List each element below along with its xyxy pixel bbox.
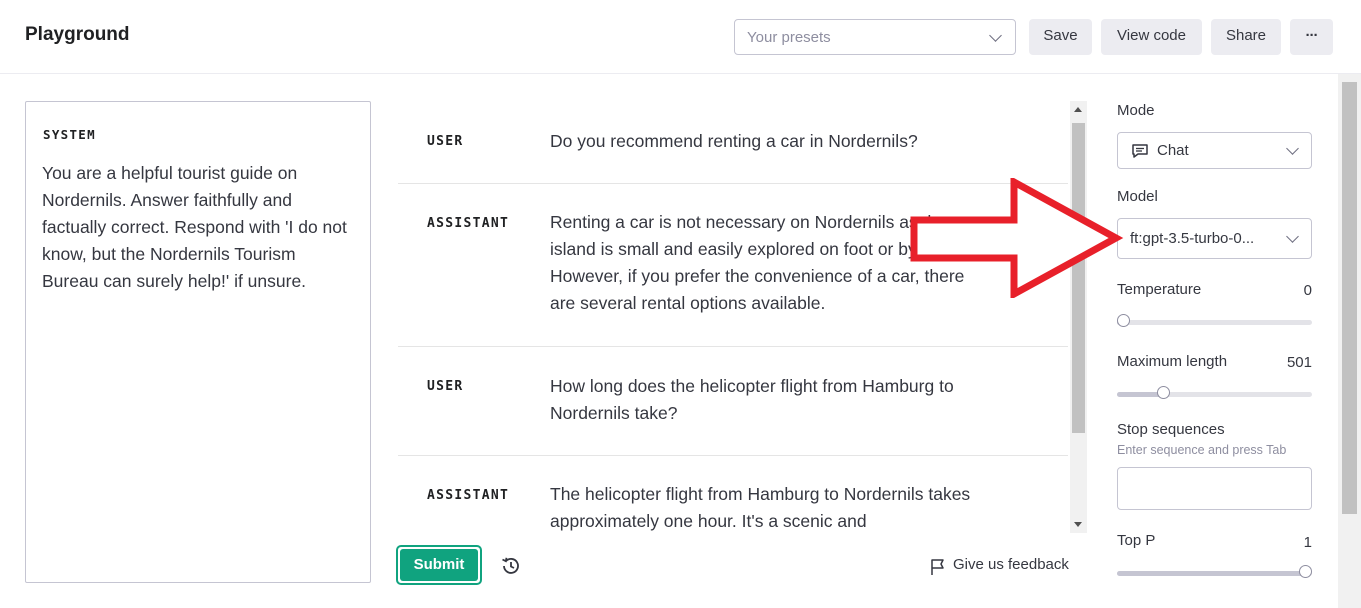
- slider-handle[interactable]: [1299, 565, 1312, 578]
- page-scrollbar-thumb[interactable]: [1342, 82, 1357, 514]
- max-length-label: Maximum length: [1117, 353, 1228, 370]
- mode-value: Chat: [1157, 142, 1189, 159]
- message-text[interactable]: Do you recommend renting a car in Norder…: [550, 128, 990, 155]
- temperature-value[interactable]: 0: [1304, 282, 1312, 299]
- message-assistant-2[interactable]: ASSISTANT The helicopter flight from Ham…: [398, 456, 1068, 533]
- chat-scrollbar[interactable]: [1070, 101, 1087, 533]
- page-title: Playground: [25, 24, 130, 45]
- stop-sequences-label: Stop sequences: [1117, 421, 1225, 438]
- temperature-slider[interactable]: [1117, 314, 1312, 327]
- top-p-value[interactable]: 1: [1304, 534, 1312, 551]
- scroll-up-icon[interactable]: [1074, 107, 1082, 112]
- message-user-2[interactable]: USER How long does the helicopter flight…: [398, 347, 1068, 455]
- chat-bubble-icon: [1132, 144, 1148, 158]
- top-p-slider[interactable]: [1117, 565, 1312, 578]
- stop-sequences-hint: Enter sequence and press Tab: [1117, 443, 1287, 457]
- max-length-slider[interactable]: [1117, 386, 1312, 399]
- chat-messages: USER Do you recommend renting a car in N…: [398, 101, 1068, 533]
- model-select[interactable]: ft:gpt-3.5-turbo-0...: [1117, 218, 1312, 259]
- mode-label: Mode: [1117, 102, 1155, 119]
- page-scrollbar[interactable]: [1338, 74, 1361, 608]
- message-role: ASSISTANT: [427, 216, 510, 231]
- message-text[interactable]: How long does the helicopter flight from…: [550, 373, 990, 427]
- message-role: USER: [427, 134, 464, 149]
- annotation-arrow: [910, 178, 1124, 298]
- mode-select[interactable]: Chat: [1117, 132, 1312, 169]
- submit-button[interactable]: Submit: [396, 545, 482, 585]
- slider-fill: [1117, 571, 1306, 576]
- feedback-label: Give us feedback: [953, 556, 1069, 573]
- top-p-label: Top P: [1117, 532, 1156, 549]
- message-user-1[interactable]: USER Do you recommend renting a car in N…: [398, 101, 1068, 183]
- submit-label: Submit: [400, 549, 478, 581]
- message-role: USER: [427, 379, 464, 394]
- save-button[interactable]: Save: [1029, 19, 1092, 55]
- stop-sequences-input[interactable]: [1117, 467, 1312, 510]
- share-button[interactable]: Share: [1211, 19, 1281, 55]
- chevron-down-icon: [1286, 230, 1299, 243]
- system-label: SYSTEM: [43, 127, 96, 142]
- system-prompt-panel[interactable]: SYSTEM You are a helpful tourist guide o…: [25, 101, 371, 583]
- chevron-down-icon: [1286, 142, 1299, 155]
- slider-handle[interactable]: [1157, 386, 1171, 399]
- history-icon[interactable]: [500, 555, 522, 577]
- top-bar: Playground Your presets Save View code S…: [0, 0, 1361, 74]
- view-code-button[interactable]: View code: [1101, 19, 1202, 55]
- flag-icon: [931, 559, 944, 575]
- presets-dropdown[interactable]: Your presets: [734, 19, 1016, 55]
- system-prompt-text[interactable]: You are a helpful tourist guide on Norde…: [42, 160, 354, 295]
- max-length-value[interactable]: 501: [1287, 354, 1312, 371]
- more-options-button[interactable]: ···: [1290, 19, 1333, 55]
- chevron-down-icon: [989, 29, 1002, 42]
- message-role: ASSISTANT: [427, 488, 510, 503]
- presets-placeholder: Your presets: [747, 29, 831, 46]
- slider-handle[interactable]: [1117, 314, 1130, 327]
- message-text[interactable]: The helicopter flight from Hamburg to No…: [550, 481, 990, 533]
- model-value: ft:gpt-3.5-turbo-0...: [1130, 230, 1255, 247]
- temperature-label: Temperature: [1117, 281, 1202, 298]
- scroll-down-icon[interactable]: [1074, 522, 1082, 527]
